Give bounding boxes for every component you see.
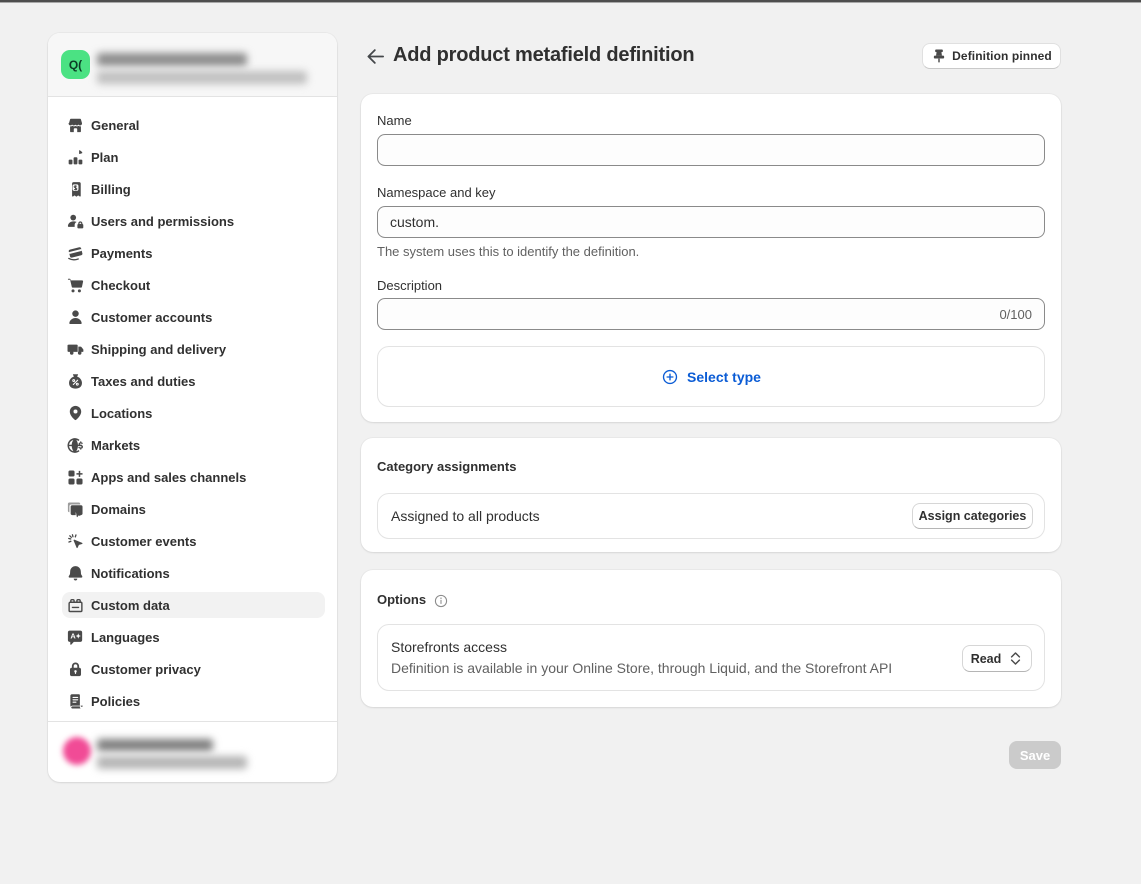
svg-text:A: A (70, 631, 76, 640)
